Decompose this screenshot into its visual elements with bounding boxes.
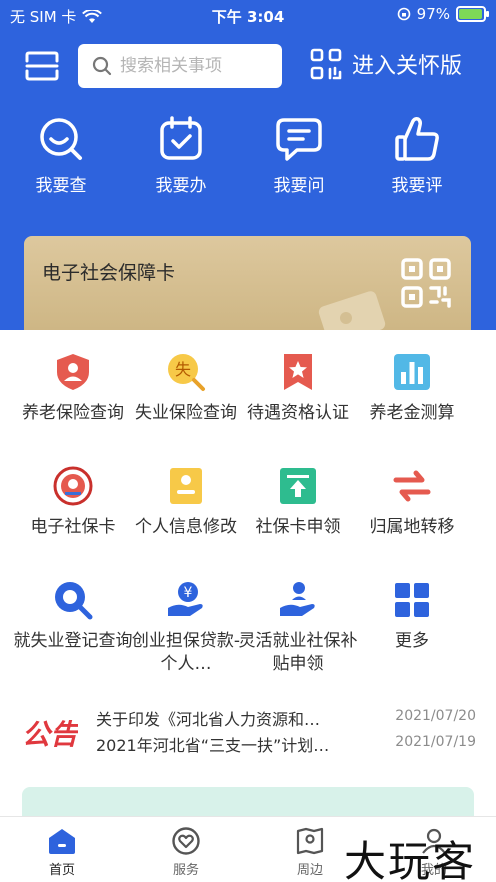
battery-percent: 97% [416,5,450,23]
service-card-apply[interactable]: 社保卡申领 [236,466,360,539]
emblem-icon [53,466,93,506]
service-label: 社保卡申领 [255,517,341,537]
search-box[interactable] [78,44,282,88]
social-security-card[interactable]: 电子社会保障卡 [24,236,471,336]
notice-date: 2021/07/20 [395,708,476,724]
quick-action-query[interactable]: 我要查 [16,115,106,196]
service-label: 灵活就业社保补贴申领 [238,631,358,674]
service-pension-query[interactable]: 养老保险查询 [11,352,135,425]
service-e-card[interactable]: 电子社保卡 [11,466,135,539]
search-input[interactable] [120,56,270,76]
loan-hand-icon: ¥ [168,582,203,616]
care-mode-icon [310,48,342,80]
search-icon [92,56,112,76]
care-mode-button[interactable]: 进入关怀版 [310,48,462,80]
tab-home[interactable]: 首页 [22,827,102,878]
service-startup-loan[interactable]: ¥ 创业担保贷款-个人… [124,580,248,676]
service-label: 个人信息修改 [135,517,237,537]
quick-action-label: 我要办 [155,176,207,196]
scan-icon[interactable] [24,50,60,82]
calendar-check-icon [160,116,202,160]
pension-shield-icon [57,354,89,390]
quick-action-ask[interactable]: 我要问 [254,115,344,196]
service-label: 养老保险查询 [22,403,124,423]
service-unemployment-query[interactable]: 失 失业保险查询 [124,352,248,425]
magnifier-icon [55,582,93,620]
notice-board: 公告 关于印发《河北省人力资源和… 2021/07/20 2021年河北省“三支… [0,706,496,756]
quick-action-label: 我要查 [35,176,87,196]
user-card-icon [170,468,202,504]
notice-date: 2021/07/19 [395,734,476,750]
tab-label: 服务 [172,863,199,878]
status-right: 97% [397,5,489,23]
thumbs-up-icon [395,117,439,161]
heart-circle-icon [172,827,200,855]
quick-action-label: 我要问 [273,176,325,196]
certify-badge-icon [284,354,312,390]
service-flexible-subsidy[interactable]: 灵活就业社保补贴申领 [236,580,360,676]
tab-label: 周边 [296,863,323,878]
tab-services[interactable]: 服务 [146,827,226,878]
more-grid-icon [395,583,429,617]
service-label: 养老金测算 [369,403,455,423]
service-label: 更多 [395,631,429,651]
battery-icon [456,6,489,22]
notice-logo: 公告 [22,718,78,751]
rotation-lock-icon [397,7,410,21]
notice-title: 关于印发《河北省人力资源和… [96,710,321,729]
apply-card-icon [280,468,316,504]
service-personal-info[interactable]: 个人信息修改 [124,466,248,539]
card-decoration-icon [318,291,386,336]
service-label: 就失业登记查询 [13,631,133,651]
service-qualification-certify[interactable]: 待遇资格认证 [236,352,360,425]
quick-actions: 我要查 我要办 我要问 我要评 [0,115,496,205]
service-label: 创业担保贷款-个人… [131,631,241,674]
top-nav: 进入关怀版 [0,42,496,90]
service-label: 归属地转移 [369,517,455,537]
quick-action-review[interactable]: 我要评 [372,115,462,196]
service-location-transfer[interactable]: 归属地转移 [350,466,474,539]
message-icon [276,118,322,161]
map-location-icon [296,827,324,855]
service-label: 待遇资格认证 [247,403,349,423]
service-label: 失业保险查询 [135,403,237,423]
home-icon [49,829,75,854]
notice-item[interactable]: 关于印发《河北省人力资源和… 2021/07/20 [96,706,476,730]
svg-text:公告: 公告 [22,718,78,751]
watermark-text: 大玩客 [344,837,477,882]
search-chat-icon [40,118,82,160]
service-employment-register[interactable]: 就失业登记查询 [11,580,135,653]
tab-label: 首页 [48,863,75,878]
transfer-arrows-icon [393,470,431,502]
notice-title: 2021年河北省“三支一扶”计划… [96,736,330,755]
bar-chart-icon [394,354,430,390]
qr-code-icon[interactable] [401,258,451,308]
care-mode-label: 进入关怀版 [352,54,463,79]
tab-nearby[interactable]: 周边 [270,827,350,878]
quick-action-handle[interactable]: 我要办 [136,115,226,196]
unemployment-icon: 失 [168,354,205,391]
service-label: 电子社保卡 [30,517,116,537]
service-pension-calc[interactable]: 养老金测算 [350,352,474,425]
subsidy-hand-icon [280,582,315,616]
svg-text:¥: ¥ [184,585,193,601]
status-bar: 无 SIM 卡 下午 3:04 97% [0,0,496,30]
service-more[interactable]: 更多 [350,580,474,653]
svg-text:失: 失 [175,360,191,379]
battery-fill [459,9,483,19]
card-title: 电子社会保障卡 [42,262,176,284]
notice-item[interactable]: 2021年河北省“三支一扶”计划… 2021/07/19 [96,732,476,756]
quick-action-label: 我要评 [391,176,443,196]
